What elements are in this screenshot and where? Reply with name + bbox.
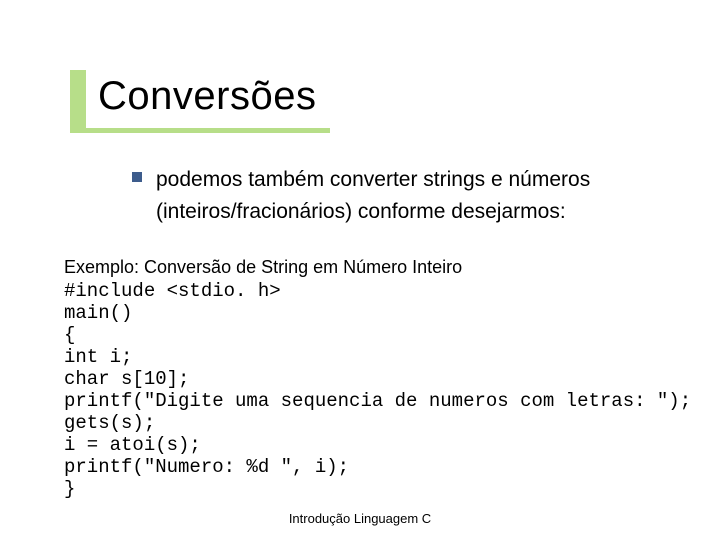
bullet-text: podemos também converter strings e númer… xyxy=(156,164,590,228)
code-line: char s[10]; xyxy=(64,368,704,390)
slide: Conversões podemos também converter stri… xyxy=(0,0,720,540)
code-line: int i; xyxy=(64,346,704,368)
bullet-item: podemos também converter strings e númer… xyxy=(132,164,672,228)
title-accent-bar xyxy=(70,70,86,128)
code-line: main() xyxy=(64,302,704,324)
example-heading: Exemplo: Conversão de String em Número I… xyxy=(64,256,704,278)
bullet-line-2: (inteiros/fracionários) conforme desejar… xyxy=(156,200,566,223)
code-line: #include <stdio. h> xyxy=(64,280,704,302)
title-accent-underline xyxy=(70,128,330,133)
code-line: i = atoi(s); xyxy=(64,434,704,456)
bullet-block: podemos também converter strings e númer… xyxy=(132,164,672,228)
bullet-square-icon xyxy=(132,172,142,182)
code-line: } xyxy=(64,478,704,500)
code-line: printf("Digite uma sequencia de numeros … xyxy=(64,390,704,412)
code-line: printf("Numero: %d ", i); xyxy=(64,456,704,478)
footer-text: Introdução Linguagem C xyxy=(0,511,720,526)
code-line: gets(s); xyxy=(64,412,704,434)
slide-title: Conversões xyxy=(98,74,316,119)
bullet-line-1: podemos também converter strings e númer… xyxy=(156,168,590,191)
code-line: { xyxy=(64,324,704,346)
example-block: Exemplo: Conversão de String em Número I… xyxy=(64,256,704,500)
